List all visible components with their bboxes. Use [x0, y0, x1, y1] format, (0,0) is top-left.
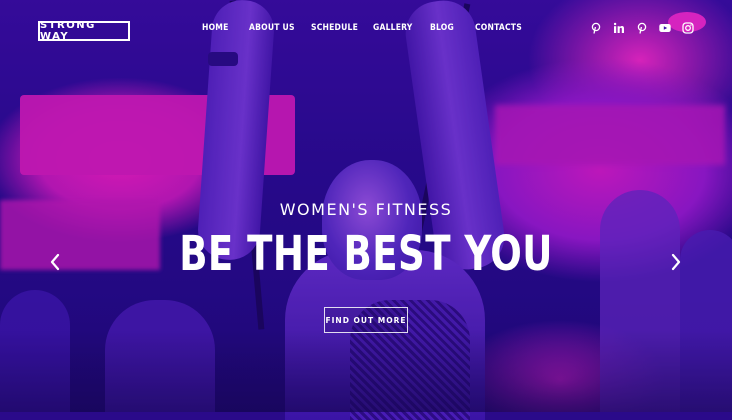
nav-item-contacts[interactable]: CONTACTS: [475, 23, 522, 33]
nav-item-gallery[interactable]: GALLERY: [373, 23, 413, 33]
hero-headline: BE THE BEST YOU: [179, 226, 553, 282]
nav-item-blog[interactable]: BLOG: [430, 23, 454, 33]
hero-subtitle: WOMEN'S FITNESS: [279, 200, 453, 219]
youtube-icon[interactable]: [659, 22, 671, 34]
find-out-more-button[interactable]: FIND OUT MORE: [324, 307, 408, 333]
find-out-more-label: FIND OUT MORE: [325, 315, 407, 325]
nav-item-home[interactable]: HOME: [202, 23, 229, 33]
linkedin-icon[interactable]: [613, 22, 625, 34]
pinterest-icon[interactable]: [636, 22, 648, 34]
nav-item-about-us[interactable]: ABOUT US: [249, 23, 295, 33]
nav-item-schedule[interactable]: SCHEDULE: [311, 23, 358, 33]
social-links: [590, 22, 694, 36]
chevron-left-icon[interactable]: [48, 252, 62, 272]
pinterest-icon[interactable]: [590, 22, 602, 34]
chevron-right-icon[interactable]: [669, 252, 683, 272]
instagram-icon[interactable]: [682, 22, 694, 34]
